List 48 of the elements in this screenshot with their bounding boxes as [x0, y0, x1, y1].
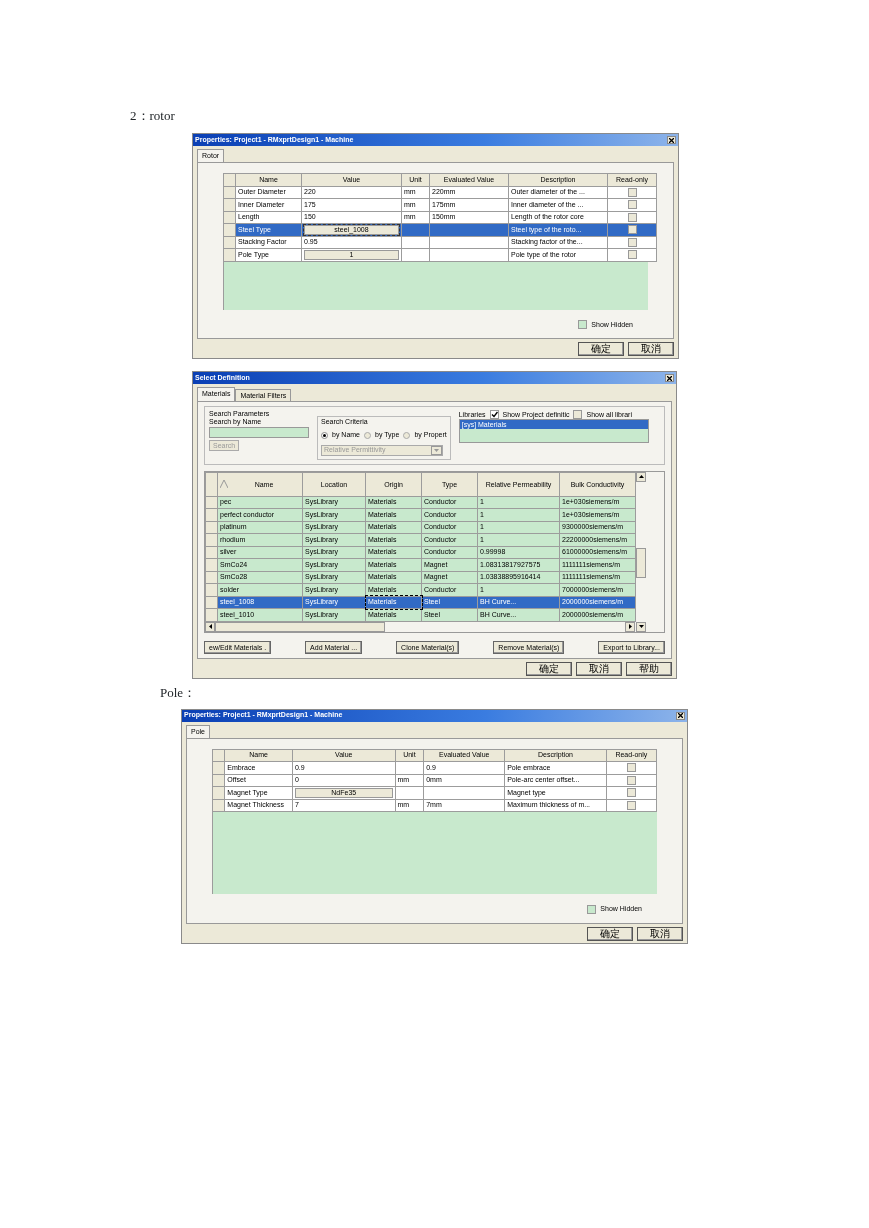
radio-button[interactable]: [321, 431, 328, 439]
dialog-button[interactable]: 取消: [628, 342, 674, 356]
read-only-checkbox[interactable]: [627, 187, 637, 197]
caption: Pole：: [160, 683, 198, 702]
right-arrow-icon: [628, 624, 632, 629]
row-header: [212, 786, 225, 799]
read-only-checkbox[interactable]: [627, 200, 637, 210]
left-arrow-icon: [208, 624, 212, 629]
read-only-checkbox[interactable]: [626, 763, 636, 773]
dialog-button[interactable]: 确定: [587, 926, 633, 941]
row-header: [223, 198, 236, 211]
read-only-checkbox[interactable]: [626, 788, 636, 798]
read-only-checkbox[interactable]: [626, 775, 636, 785]
vertical-scrollbar[interactable]: [636, 471, 646, 632]
sort-icon: [220, 480, 228, 488]
checkbox[interactable]: [578, 320, 588, 330]
search-field[interactable]: [209, 427, 309, 438]
check-icon: [490, 411, 498, 418]
close-button[interactable]: [665, 374, 674, 382]
checkbox[interactable]: [573, 410, 583, 419]
dialog-button[interactable]: 取消: [637, 926, 683, 941]
dialog-button[interactable]: 帮助: [626, 661, 672, 676]
row-header: [223, 211, 236, 224]
close-button[interactable]: [667, 136, 676, 144]
read-only-checkbox[interactable]: [627, 212, 637, 222]
radio-button[interactable]: [403, 431, 411, 439]
caret-icon: [434, 448, 439, 452]
read-only-checkbox[interactable]: [626, 800, 636, 810]
row-header: [212, 749, 225, 762]
radio-button[interactable]: [364, 431, 371, 439]
close-button[interactable]: [676, 711, 685, 720]
read-only-checkbox[interactable]: [627, 237, 637, 247]
horizontal-scrollbar[interactable]: [205, 621, 635, 632]
dialog-button[interactable]: 确定: [526, 661, 572, 676]
dialog-button[interactable]: 确定: [578, 342, 624, 356]
row-header: [223, 248, 236, 261]
row-header: [223, 173, 236, 186]
read-only-checkbox[interactable]: [627, 250, 637, 260]
dialog-button[interactable]: 取消: [576, 661, 622, 676]
close-icon: [667, 375, 672, 381]
read-only-checkbox[interactable]: [627, 225, 637, 235]
down-arrow-icon: [638, 625, 644, 628]
close-icon: [678, 713, 683, 718]
up-arrow-icon: [638, 475, 644, 478]
caption: 2：rotor: [130, 107, 176, 125]
scrollbar-thumb: [636, 547, 646, 578]
close-icon: [669, 137, 674, 143]
checkbox[interactable]: [587, 904, 597, 914]
